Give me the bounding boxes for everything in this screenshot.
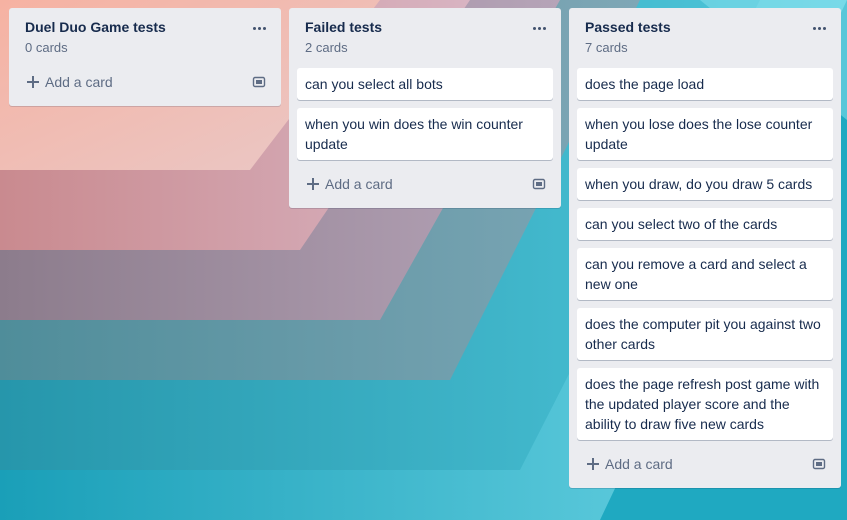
list-card-count: 7 cards <box>585 40 628 55</box>
card[interactable]: does the computer pit you against two ot… <box>577 308 833 360</box>
card-template-icon[interactable] <box>811 456 827 472</box>
list-header: Failed tests 2 cards <box>297 8 553 66</box>
card-list: can you select all bots when you win doe… <box>297 66 553 160</box>
card[interactable]: can you remove a card and select a new o… <box>577 248 833 300</box>
list-passed-tests: Passed tests 7 cards does the page load … <box>569 8 841 488</box>
list-header: Passed tests 7 cards <box>577 8 833 66</box>
list-card-count: 0 cards <box>25 40 68 55</box>
board: Duel Duo Game tests 0 cards Add a card F… <box>0 0 847 520</box>
plus-icon <box>27 76 39 88</box>
list-menu-button[interactable] <box>807 16 831 40</box>
list-menu-button[interactable] <box>527 16 551 40</box>
card[interactable]: when you lose does the lose counter upda… <box>577 108 833 160</box>
add-card-row: Add a card <box>577 448 833 480</box>
list-header: Duel Duo Game tests 0 cards <box>17 8 273 66</box>
add-card-label: Add a card <box>325 176 393 192</box>
card-template-icon[interactable] <box>531 176 547 192</box>
list-menu-button[interactable] <box>247 16 271 40</box>
list-title[interactable]: Passed tests <box>585 19 671 35</box>
add-card-button[interactable]: Add a card <box>577 450 685 478</box>
more-horizontal-icon <box>532 26 536 30</box>
more-horizontal-icon <box>812 26 816 30</box>
card-template-icon[interactable] <box>251 74 267 90</box>
card[interactable]: can you select all bots <box>297 68 553 100</box>
list-duel-duo-game-tests: Duel Duo Game tests 0 cards Add a card <box>9 8 281 106</box>
card[interactable]: when you win does the win counter update <box>297 108 553 160</box>
plus-icon <box>587 458 599 470</box>
card[interactable]: when you draw, do you draw 5 cards <box>577 168 833 200</box>
card[interactable]: does the page load <box>577 68 833 100</box>
card[interactable]: can you select two of the cards <box>577 208 833 240</box>
list-card-count: 2 cards <box>305 40 348 55</box>
add-card-label: Add a card <box>45 74 113 90</box>
plus-icon <box>307 178 319 190</box>
add-card-label: Add a card <box>605 456 673 472</box>
add-card-row: Add a card <box>17 66 273 98</box>
card-list: does the page load when you lose does th… <box>577 66 833 440</box>
more-horizontal-icon <box>252 26 256 30</box>
add-card-row: Add a card <box>297 168 553 200</box>
list-failed-tests: Failed tests 2 cards can you select all … <box>289 8 561 208</box>
list-title[interactable]: Duel Duo Game tests <box>25 19 166 35</box>
add-card-button[interactable]: Add a card <box>297 170 405 198</box>
list-title[interactable]: Failed tests <box>305 19 382 35</box>
card[interactable]: does the page refresh post game with the… <box>577 368 833 440</box>
add-card-button[interactable]: Add a card <box>17 68 125 96</box>
